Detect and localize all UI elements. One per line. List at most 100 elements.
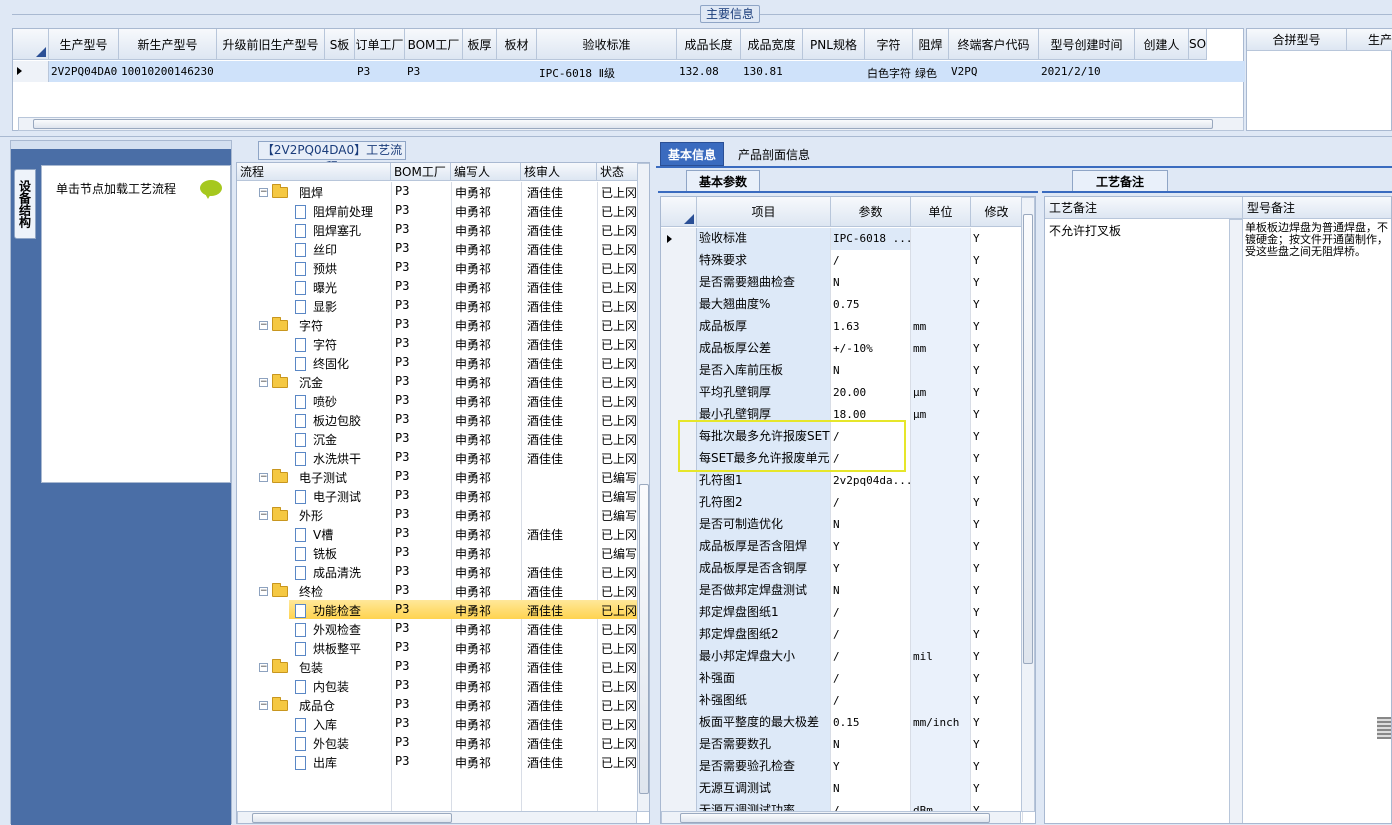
tree-row[interactable]: 阻焊前处理 P3 申勇祁 酒佳佳 已上冈 — [237, 201, 637, 220]
tree-row[interactable]: 阻焊塞孔 P3 申勇祁 酒佳佳 已上冈 — [237, 220, 637, 239]
param-row[interactable]: 板面平整度的最大极差 0.15 mm/inch Y — [661, 712, 1023, 734]
param-value[interactable]: N — [831, 514, 911, 536]
params-col-header[interactable]: 项目 — [697, 197, 831, 227]
vertical-tab-equipment[interactable]: 设备结构 — [14, 169, 36, 239]
param-row[interactable]: 是否可制造优化 N Y — [661, 514, 1023, 536]
col-header[interactable]: S板 — [325, 29, 355, 60]
param-value[interactable]: Y — [831, 756, 911, 778]
param-value[interactable]: Y — [831, 558, 911, 580]
tree-row[interactable]: − 终检 P3 申勇祁 酒佳佳 已上冈 — [237, 581, 637, 600]
collapse-icon[interactable]: − — [259, 587, 268, 596]
col-header[interactable]: 订单工厂 — [355, 29, 405, 60]
param-row[interactable]: 补强图纸 / Y — [661, 690, 1023, 712]
col-header[interactable]: 生产型号 — [49, 29, 119, 60]
col-header[interactable]: 阻焊 — [913, 29, 949, 60]
tree-row[interactable]: 显影 P3 申勇祁 酒佳佳 已上冈 — [237, 296, 637, 315]
tree-row[interactable]: 预烘 P3 申勇祁 酒佳佳 已上冈 — [237, 258, 637, 277]
process-col-header[interactable]: 核审人 — [521, 163, 597, 181]
param-value[interactable]: 0.75 — [831, 294, 911, 316]
col-header[interactable]: 新生产型号 — [119, 29, 217, 60]
param-row[interactable]: 验收标准 IPC-6018 ... Y — [661, 228, 1023, 250]
param-row[interactable]: 是否需要数孔 N Y — [661, 734, 1023, 756]
col-header[interactable]: 成品长度 — [677, 29, 741, 60]
param-row[interactable]: 特殊要求 / Y — [661, 250, 1023, 272]
collapse-icon[interactable]: − — [259, 473, 268, 482]
tree-row[interactable]: 铣板 P3 申勇祁 已编写 — [237, 543, 637, 562]
tree-row[interactable]: − 成品仓 P3 申勇祁 酒佳佳 已上冈 — [237, 695, 637, 714]
param-value[interactable]: +/-10% — [831, 338, 911, 360]
param-value[interactable]: N — [831, 580, 911, 602]
col-header[interactable]: 创建人 — [1135, 29, 1189, 60]
top-hscrollbar[interactable] — [18, 117, 1244, 131]
col-header-merged-model[interactable]: 合拼型号 — [1247, 29, 1347, 51]
table-row[interactable]: 2V2PQ04DA0 10010200146230 P3 P3 IPC-6018 Ⅱ级 1… — [13, 61, 1245, 82]
tree-row[interactable]: − 字符 P3 申勇祁 酒佳佳 已上冈 — [237, 315, 637, 334]
param-value[interactable]: / — [831, 624, 911, 646]
collapse-icon[interactable]: − — [259, 188, 268, 197]
tree-row[interactable]: 电子测试 P3 申勇祁 已编写 — [237, 486, 637, 505]
process-vscrollbar[interactable] — [637, 163, 649, 812]
tree-row[interactable]: − 阻焊 P3 申勇祁 酒佳佳 已上冈 — [237, 182, 637, 201]
col-header[interactable]: PNL规格 — [803, 29, 865, 60]
param-value[interactable]: 20.00 — [831, 382, 911, 404]
tree-row[interactable]: 丝印 P3 申勇祁 酒佳佳 已上冈 — [237, 239, 637, 258]
col-header[interactable]: 升级前旧生产型号 — [217, 29, 325, 60]
collapse-icon[interactable]: − — [259, 378, 268, 387]
param-row[interactable]: 平均孔壁铜厚 20.00 μm Y — [661, 382, 1023, 404]
param-row[interactable]: 是否入库前压板 N Y — [661, 360, 1023, 382]
tree-row[interactable]: − 外形 P3 申勇祁 已编写 — [237, 505, 637, 524]
tree-row[interactable]: 水洗烘干 P3 申勇祁 酒佳佳 已上冈 — [237, 448, 637, 467]
param-value[interactable]: / — [831, 646, 911, 668]
param-row[interactable]: 孔符图2/ Y — [661, 492, 1023, 514]
tree-row[interactable]: 终固化 P3 申勇祁 酒佳佳 已上冈 — [237, 353, 637, 372]
param-value[interactable]: 0.15 — [831, 712, 911, 734]
tree-row[interactable]: 字符 P3 申勇祁 酒佳佳 已上冈 — [237, 334, 637, 353]
tab-basic-info[interactable]: 基本信息 — [660, 142, 724, 166]
col-header[interactable]: 板厚 — [463, 29, 497, 60]
note-vscrollbar[interactable] — [1229, 219, 1243, 823]
param-row[interactable]: 补强面 / Y — [661, 668, 1023, 690]
param-value[interactable]: / — [831, 602, 911, 624]
col-header-model-note[interactable]: 型号备注 — [1243, 197, 1391, 219]
param-row[interactable]: 成品板厚公差 +/-10% mm Y — [661, 338, 1023, 360]
process-hscroll-thumb[interactable] — [252, 813, 452, 823]
params-col-header[interactable]: 参数 — [831, 197, 911, 227]
model-note-value[interactable]: 单板板边焊盘为普通焊盘，不镀硬金；按文件开通菌制作，受这些盘之间无阻焊桥。 — [1245, 222, 1391, 258]
tree-row[interactable]: 外观检查 P3 申勇祁 酒佳佳 已上冈 — [237, 619, 637, 638]
top-hscroll-thumb[interactable] — [33, 119, 1213, 129]
col-header[interactable]: 验收标准 — [537, 29, 677, 60]
row-indicator[interactable] — [13, 61, 49, 82]
tree-row[interactable]: V槽 P3 申勇祁 酒佳佳 已上冈 — [237, 524, 637, 543]
param-row[interactable]: 最小邦定焊盘大小 / mil Y — [661, 646, 1023, 668]
collapse-icon[interactable]: − — [259, 701, 268, 710]
tree-row[interactable]: 沉金 P3 申勇祁 酒佳佳 已上冈 — [237, 429, 637, 448]
grip-icon[interactable] — [1377, 717, 1391, 739]
tree-row[interactable]: 板边包胶 P3 申勇祁 酒佳佳 已上冈 — [237, 410, 637, 429]
param-row[interactable]: 是否做邦定焊盘测试 N Y — [661, 580, 1023, 602]
tree-row[interactable]: 出库 P3 申勇祁 酒佳佳 已上冈 — [237, 752, 637, 771]
tab-product-section[interactable]: 产品剖面信息 — [728, 142, 820, 166]
process-col-header[interactable]: 状态 — [597, 163, 641, 181]
col-header[interactable]: 字符 — [865, 29, 913, 60]
param-value[interactable]: N — [831, 272, 911, 294]
tree-row[interactable]: 喷砂 P3 申勇祁 酒佳佳 已上冈 — [237, 391, 637, 410]
notes-title[interactable]: 工艺备注 — [1072, 170, 1168, 192]
param-value[interactable]: IPC-6018 ... — [831, 228, 911, 250]
param-value[interactable]: 2v2pq04da... — [831, 470, 911, 492]
params-hscroll-thumb[interactable] — [680, 813, 990, 823]
col-header-production[interactable]: 生产 — [1347, 29, 1392, 51]
param-row[interactable]: 邦定焊盘图纸2/ Y — [661, 624, 1023, 646]
tree-row[interactable]: 入库 P3 申勇祁 酒佳佳 已上冈 — [237, 714, 637, 733]
tree-row[interactable]: 烘板整平 P3 申勇祁 酒佳佳 已上冈 — [237, 638, 637, 657]
col-header[interactable]: 终端客户代码 — [949, 29, 1039, 60]
process-col-header[interactable]: BOM工厂 — [391, 163, 451, 181]
collapse-icon[interactable]: − — [259, 511, 268, 520]
col-header[interactable]: 型号创建时间 — [1039, 29, 1135, 60]
param-row[interactable]: 是否需要验孔检查 Y Y — [661, 756, 1023, 778]
col-header[interactable]: 成品宽度 — [741, 29, 803, 60]
tree-row[interactable]: − 包装 P3 申勇祁 酒佳佳 已上冈 — [237, 657, 637, 676]
param-row[interactable]: 成品板厚是否含铜厚 Y Y — [661, 558, 1023, 580]
param-row[interactable]: 邦定焊盘图纸1/ Y — [661, 602, 1023, 624]
param-value[interactable]: / — [831, 492, 911, 514]
hint-box[interactable]: 单击节点加载工艺流程 — [41, 165, 231, 483]
